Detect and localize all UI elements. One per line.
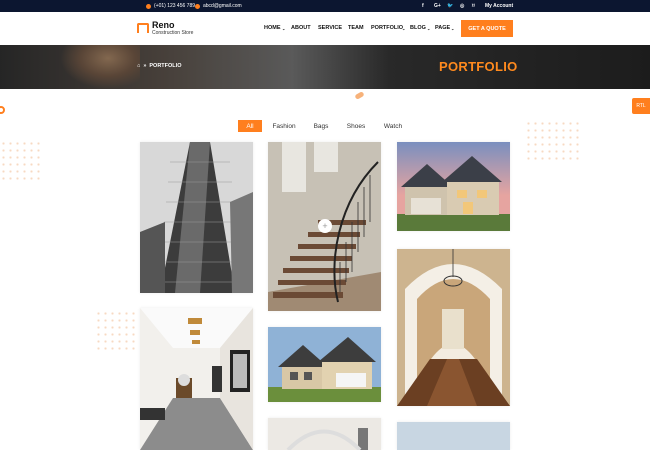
home-icon[interactable]: ⌂	[137, 63, 140, 69]
twitter-icon[interactable]: 🐦	[447, 3, 453, 9]
instagram-icon[interactable]: ◎	[460, 3, 464, 9]
site-logo[interactable]: Reno Construction Store	[137, 20, 193, 36]
mail-icon	[195, 3, 200, 9]
dot-pattern	[0, 140, 40, 180]
filter-shoes[interactable]: Shoes	[341, 120, 371, 132]
phone-icon	[146, 3, 151, 9]
portfolio-item-house-evening[interactable]	[397, 142, 510, 231]
logo-house-icon	[137, 23, 149, 33]
my-account-link[interactable]: My Account	[485, 3, 513, 9]
nav-service[interactable]: SERVICE	[318, 25, 342, 31]
portfolio-item-room-top[interactable]	[268, 418, 381, 450]
dot-pattern	[95, 310, 135, 350]
logo-name: Reno	[152, 20, 175, 30]
facebook-icon[interactable]: f	[422, 3, 424, 9]
phone-contact[interactable]: (+01) 123 456 789	[146, 3, 195, 9]
sky-top-image	[397, 422, 510, 450]
hallway-image	[140, 308, 253, 450]
decorative-shape	[354, 91, 365, 100]
nav-home[interactable]: HOME	[264, 25, 281, 31]
filter-watch[interactable]: Watch	[377, 120, 409, 132]
portfolio-filter-bar: All Fashion Bags Shoes Watch	[0, 120, 650, 132]
room-top-image	[268, 418, 381, 450]
zoom-plus-icon[interactable]: +	[318, 219, 332, 233]
email-contact[interactable]: abcd@gmail.com	[195, 3, 242, 9]
nav-blog[interactable]: BLOG	[410, 25, 426, 31]
portfolio-item-skyscraper[interactable]	[140, 142, 253, 293]
breadcrumb-separator: »	[143, 63, 147, 69]
phone-text: (+01) 123 456 789	[154, 3, 196, 9]
banner-overlay	[0, 45, 650, 89]
skyscraper-image	[140, 142, 253, 293]
get-a-quote-button[interactable]: GET A QUOTE	[461, 20, 513, 37]
top-bar: (+01) 123 456 789 abcd@gmail.com f G+ 🐦 …	[0, 0, 650, 12]
nav-page[interactable]: PAGE	[435, 25, 450, 31]
email-text: abcd@gmail.com	[203, 3, 242, 9]
decorative-ring	[0, 106, 5, 114]
portfolio-item-sky-top[interactable]	[397, 422, 510, 450]
breadcrumb: ⌂ » PORTFOLIO	[137, 63, 181, 69]
nav-about[interactable]: ABOUT	[291, 25, 311, 31]
filter-all[interactable]: All	[238, 120, 262, 132]
main-header: Reno Construction Store HOME ⌄ ABOUT SER…	[0, 12, 650, 45]
portfolio-item-house-day[interactable]	[268, 327, 381, 402]
portfolio-item-hallway[interactable]	[140, 308, 253, 450]
chevron-down-icon: ⌄	[402, 26, 406, 31]
google-plus-icon[interactable]: G+	[434, 3, 441, 9]
filter-bags[interactable]: Bags	[307, 120, 335, 132]
logo-tagline: Construction Store	[152, 30, 194, 36]
house-evening-image	[397, 142, 510, 231]
portfolio-item-chandelier-hall[interactable]	[397, 249, 510, 406]
house-day-image	[268, 327, 381, 402]
nav-portfolio[interactable]: PORTFOLIO	[371, 25, 403, 31]
chevron-down-icon: ⌄	[427, 26, 431, 31]
rtl-toggle-button[interactable]: RTL	[632, 98, 650, 114]
chandelier-hall-image	[397, 249, 510, 406]
page-banner: ⌂ » PORTFOLIO PORTFOLIO	[0, 45, 650, 89]
chevron-down-icon: ⌄	[282, 26, 286, 31]
breadcrumb-current: PORTFOLIO	[149, 63, 182, 69]
page-title: PORTFOLIO	[439, 59, 518, 74]
rss-icon[interactable]: ⌑	[472, 3, 475, 9]
filter-fashion[interactable]: Fashion	[267, 120, 301, 132]
chevron-down-icon: ⌄	[451, 26, 455, 31]
nav-team[interactable]: TEAM	[348, 25, 364, 31]
